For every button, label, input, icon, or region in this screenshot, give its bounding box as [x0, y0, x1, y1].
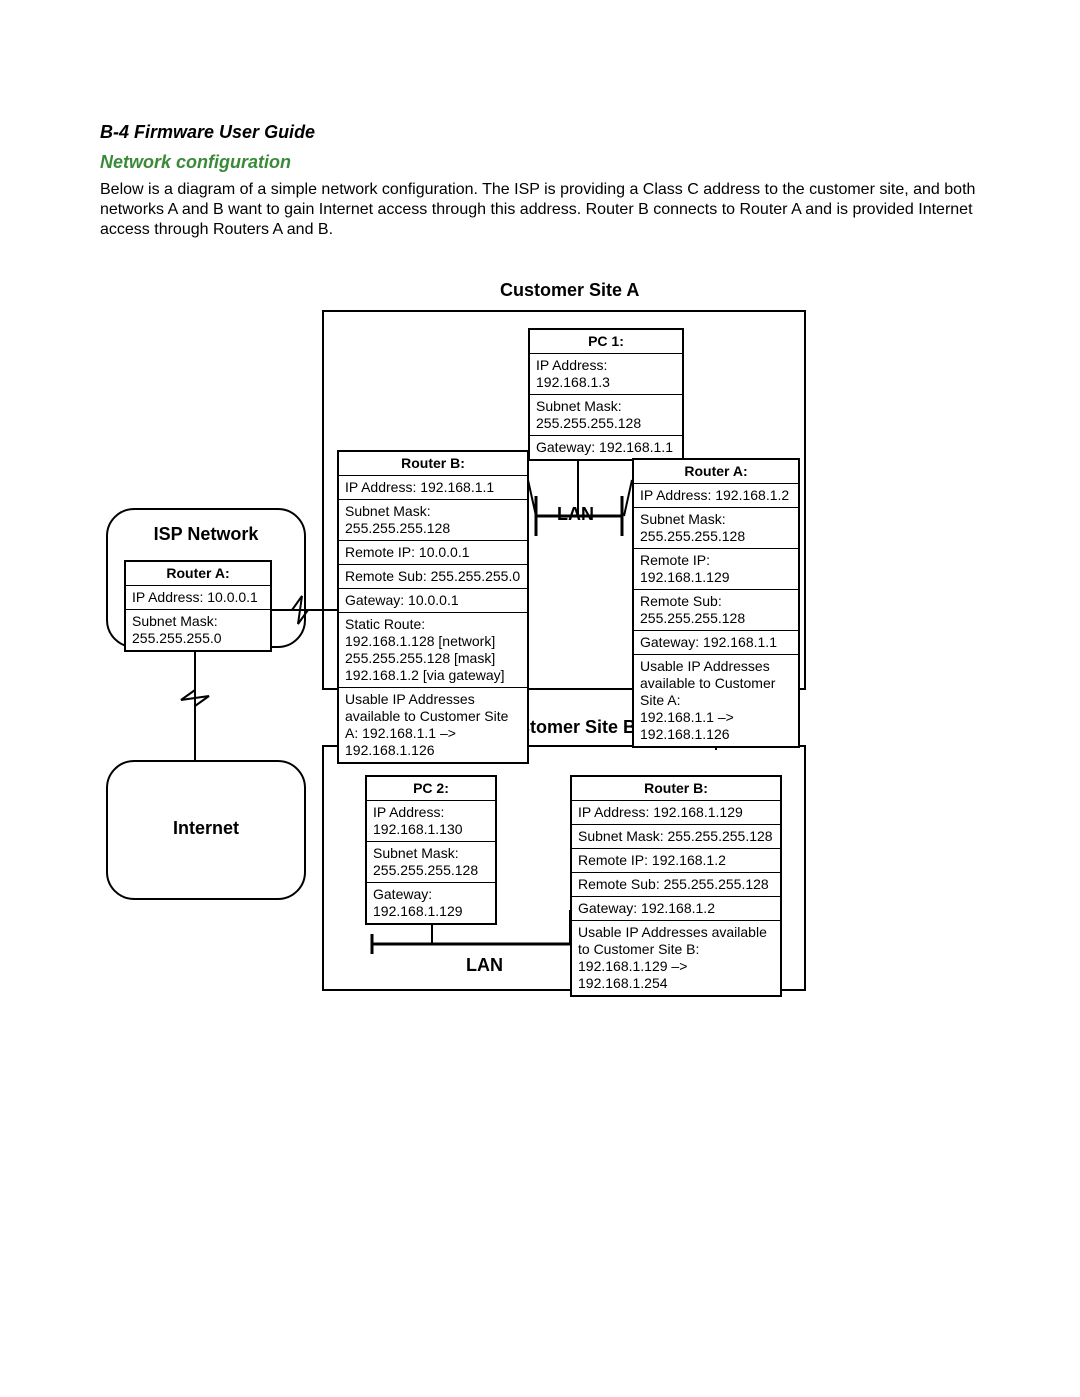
site-b-router-b-rip: Remote IP: 192.168.1.2 [572, 849, 780, 873]
pc2-title: PC 2: [367, 777, 495, 801]
site-a-router-b-usable: Usable IP Addresses available to Custome… [339, 688, 527, 762]
site-a-router-a-gw: Gateway: 192.168.1.1 [634, 631, 798, 655]
pc1-ip: IP Address: 192.168.1.3 [530, 354, 682, 395]
site-b-router-b-rsub: Remote Sub: 255.255.255.128 [572, 873, 780, 897]
site-a-router-a-rsub: Remote Sub: 255.255.255.128 [634, 590, 798, 631]
isp-router-a-mask: Subnet Mask: 255.255.255.0 [126, 610, 270, 650]
site-b-router-b-gw: Gateway: 192.168.1.2 [572, 897, 780, 921]
page-header: B-4 Firmware User Guide [100, 122, 315, 143]
isp-network-label: ISP Network [108, 524, 304, 545]
site-a-router-b-route: Static Route: 192.168.1.128 [network] 25… [339, 613, 527, 688]
pc2-box: PC 2: IP Address: 192.168.1.130 Subnet M… [365, 775, 497, 925]
site-a-router-a-mask: Subnet Mask: 255.255.255.128 [634, 508, 798, 549]
site-a-router-b-rip: Remote IP: 10.0.0.1 [339, 541, 527, 565]
pc1-gateway: Gateway: 192.168.1.1 [530, 436, 682, 459]
section-title: Network configuration [100, 152, 291, 173]
site-b-router-b-box: Router B: IP Address: 192.168.1.129 Subn… [570, 775, 782, 997]
pc2-gateway: Gateway: 192.168.1.129 [367, 883, 495, 923]
intro-paragraph: Below is a diagram of a simple network c… [100, 180, 980, 240]
internet-box: Internet [106, 760, 306, 900]
site-a-router-b-title: Router B: [339, 452, 527, 476]
lan-a-label: LAN [557, 504, 594, 525]
site-a-title: Customer Site A [500, 280, 639, 301]
pc1-box: PC 1: IP Address: 192.168.1.3 Subnet Mas… [528, 328, 684, 461]
pc2-mask: Subnet Mask: 255.255.255.128 [367, 842, 495, 883]
site-a-router-b-box: Router B: IP Address: 192.168.1.1 Subnet… [337, 450, 529, 764]
site-a-router-a-title: Router A: [634, 460, 798, 484]
isp-router-a-title: Router A: [126, 562, 270, 586]
site-a-router-a-box: Router A: IP Address: 192.168.1.2 Subnet… [632, 458, 800, 748]
site-a-router-b-ip: IP Address: 192.168.1.1 [339, 476, 527, 500]
site-b-router-b-ip: IP Address: 192.168.1.129 [572, 801, 780, 825]
site-a-router-b-rsub: Remote Sub: 255.255.255.0 [339, 565, 527, 589]
lan-b-label: LAN [466, 955, 503, 976]
document-page: B-4 Firmware User Guide Network configur… [0, 0, 1080, 1397]
site-b-router-b-mask: Subnet Mask: 255.255.255.128 [572, 825, 780, 849]
pc2-ip: IP Address: 192.168.1.130 [367, 801, 495, 842]
isp-router-a-ip: IP Address: 10.0.0.1 [126, 586, 270, 610]
isp-router-a-box: Router A: IP Address: 10.0.0.1 Subnet Ma… [124, 560, 272, 652]
site-a-router-a-rip: Remote IP: 192.168.1.129 [634, 549, 798, 590]
site-b-router-b-usable: Usable IP Addresses available to Custome… [572, 921, 780, 995]
pc1-mask: Subnet Mask: 255.255.255.128 [530, 395, 682, 436]
pc1-title: PC 1: [530, 330, 682, 354]
site-a-router-b-mask: Subnet Mask: 255.255.255.128 [339, 500, 527, 541]
site-a-router-b-gw: Gateway: 10.0.0.1 [339, 589, 527, 613]
site-a-router-a-ip: IP Address: 192.168.1.2 [634, 484, 798, 508]
site-b-router-b-title: Router B: [572, 777, 780, 801]
internet-label: Internet [108, 818, 304, 839]
site-a-router-a-usable: Usable IP Addresses available to Custome… [634, 655, 798, 746]
